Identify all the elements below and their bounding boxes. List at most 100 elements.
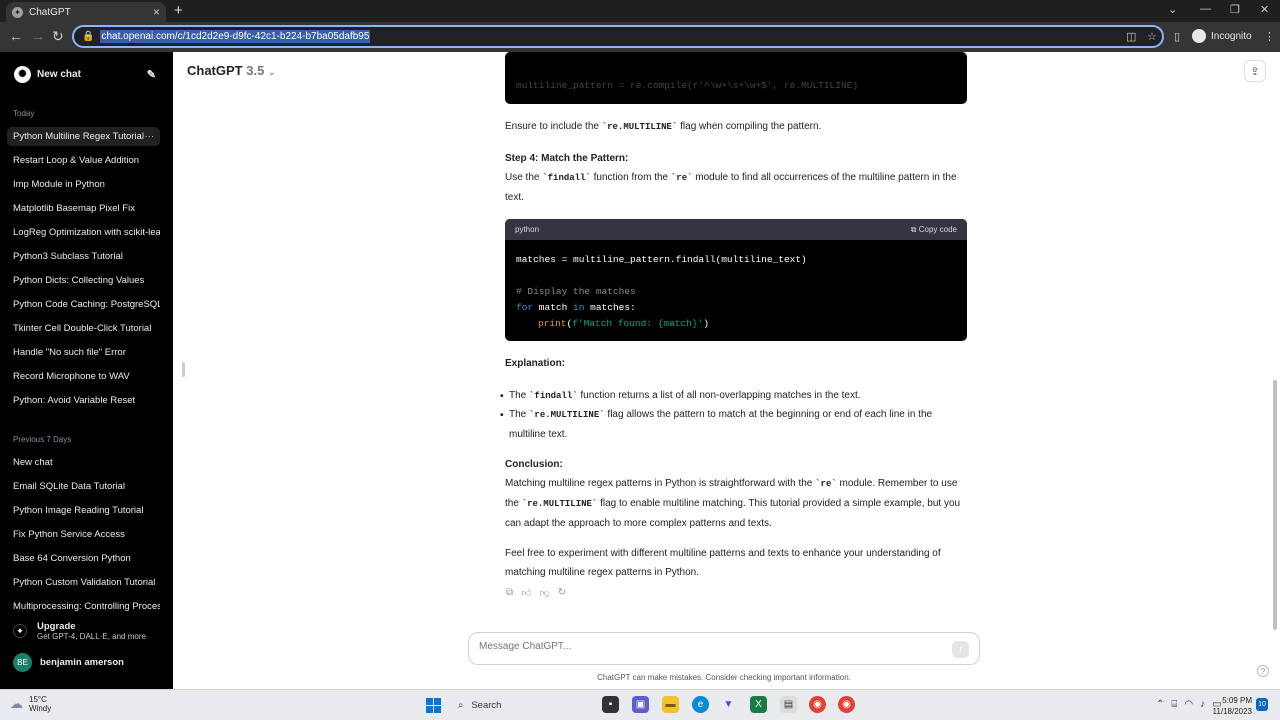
sidebar-item[interactable]: Python Multiline Regex Tutorial ··· <box>7 127 160 146</box>
copy-icon[interactable]: ⧉ <box>506 587 513 599</box>
browser-tab[interactable]: ✦ ChatGPT × <box>6 2 166 22</box>
side-panel-icon[interactable]: ▯ <box>1174 30 1180 43</box>
sidebar-item[interactable]: Multiprocessing: Controlling Processes <box>7 597 160 616</box>
more-options-icon[interactable]: ··· <box>145 127 155 146</box>
sidebar-item[interactable]: Python Code Caching: PostgreSQL <box>7 295 160 314</box>
share-button[interactable]: ⇪ <box>1244 60 1266 82</box>
teams-icon[interactable]: ▣ <box>632 696 649 713</box>
menu-kebab-icon[interactable]: ⋮ <box>1264 30 1275 43</box>
search-icon: ⌕ <box>458 700 464 711</box>
upgrade-subtitle: Get GPT-4, DALL·E, and more <box>37 632 146 641</box>
send-button[interactable]: ↑ <box>952 641 969 658</box>
incognito-icon <box>1192 29 1206 43</box>
edit-icon[interactable]: ✎ <box>147 68 156 81</box>
tab-search-icon[interactable]: ⌄ <box>1168 3 1177 16</box>
inline-code: `re.MULTILINE` <box>601 122 678 132</box>
back-icon[interactable]: ← <box>9 28 23 44</box>
maximize-icon[interactable]: ❐ <box>1230 3 1240 16</box>
sidebar-item[interactable]: Python Image Reading Tutorial <box>7 501 160 520</box>
vpn-icon[interactable]: ▼ <box>720 696 737 713</box>
excel-icon[interactable]: X <box>750 696 767 713</box>
code-line: multiline_pattern = re.compile(r'^\w+\s+… <box>516 80 859 91</box>
inline-code: `re` <box>670 173 693 183</box>
share-icon: ⇪ <box>1250 65 1260 78</box>
incognito-indicator[interactable]: Incognito <box>1192 29 1252 43</box>
bullet-dot: • <box>500 410 504 421</box>
close-tab-icon[interactable]: × <box>153 5 160 19</box>
task-view-icon[interactable]: ▪ <box>602 696 619 713</box>
upgrade-button[interactable]: ✦ Upgrade Get GPT-4, DALL·E, and more <box>13 621 146 641</box>
taskbar-search-label: Search <box>471 700 502 711</box>
bookmark-star-icon[interactable]: ☆ <box>1147 30 1157 43</box>
chrome-incognito-icon[interactable]: ◉ <box>838 696 855 713</box>
sidebar-item[interactable]: Python Dicts: Collecting Values <box>7 271 160 290</box>
copy-code-button[interactable]: ⧉ Copy code <box>911 225 957 235</box>
chevron-up-icon[interactable]: ⌃ <box>1156 699 1164 710</box>
sidebar-item[interactable]: Base 64 Conversion Python <box>7 549 160 568</box>
sidebar-item[interactable]: Restart Loop & Value Addition <box>7 151 160 170</box>
minimize-icon[interactable]: — <box>1200 3 1211 15</box>
thumbs-down-icon[interactable]: 👎︎ <box>540 587 550 599</box>
code-language: python <box>515 225 540 234</box>
inline-code: `re` <box>815 479 837 489</box>
sidebar-item[interactable]: Email SQLite Data Tutorial <box>7 477 160 496</box>
edge-icon[interactable]: e <box>692 696 709 713</box>
weather-widget[interactable]: ☁ 15°C Windy <box>10 695 51 713</box>
bullet-item: The `re.MULTILINE` flag allows the patte… <box>509 409 933 440</box>
regenerate-icon[interactable]: ↻ <box>558 587 566 599</box>
sidebar-item[interactable]: Python Custom Validation Tutorial <box>7 573 160 592</box>
message-composer: ↑ <box>468 632 980 665</box>
reload-icon[interactable]: ↻ <box>52 28 64 45</box>
notification-badge[interactable]: 10 <box>1256 698 1268 711</box>
inline-code: `findall` <box>542 173 591 183</box>
disclaimer: ChatGPT can make mistakes. Consider chec… <box>597 673 851 682</box>
wifi-icon[interactable]: ◠ <box>1184 699 1193 710</box>
sparkle-icon: ✦ <box>13 624 27 638</box>
conclusion-heading: Conclusion: <box>505 459 563 470</box>
volume-icon[interactable]: ♪ <box>1200 699 1205 710</box>
weather-temp: 15°C <box>29 695 47 704</box>
address-bar[interactable]: 🔒 chat.openai.com/c/1cd2d2e9-d9fc-42c1-b… <box>72 25 1164 48</box>
sidebar-item[interactable]: Handle "No such file" Error <box>7 343 160 362</box>
inline-code: `findall` <box>529 391 578 401</box>
paragraph-closing: Feel free to experiment with different m… <box>505 548 941 578</box>
sidebar-item[interactable]: Tkinter Cell Double-Click Tutorial <box>7 319 160 338</box>
taskbar-search[interactable]: ⌕ Search <box>452 696 590 715</box>
forward-icon[interactable]: → <box>31 28 45 44</box>
sidebar-collapse-handle[interactable] <box>182 362 185 377</box>
new-chat-button[interactable]: ✺ New chat ✎ <box>14 66 156 83</box>
eye-off-icon[interactable]: ◫ <box>1126 30 1136 43</box>
file-explorer-icon[interactable]: ▬ <box>662 696 679 713</box>
sidebar-item[interactable]: New chat <box>7 453 160 472</box>
section-today: Today <box>13 109 35 118</box>
window-close-icon[interactable]: ✕ <box>1260 3 1269 16</box>
app-icon[interactable]: ▤ <box>780 696 797 713</box>
sidebar-item[interactable]: Python: Avoid Variable Reset <box>7 391 160 410</box>
inline-code: `re.MULTILINE` <box>529 410 605 420</box>
sidebar-item[interactable]: Fix Python Service Access <box>7 525 160 544</box>
windows-start-icon[interactable] <box>426 698 441 713</box>
sidebar-item[interactable]: Imp Module in Python <box>7 175 160 194</box>
model-selector[interactable]: ChatGPT 3.5 ⌄ <box>187 63 276 78</box>
sidebar-item[interactable]: Record Microphone to WAV <box>7 367 160 386</box>
wind-icon: ☁ <box>10 696 23 711</box>
message-actions: ⧉ 👍︎ 👎︎ ↻ <box>506 587 566 599</box>
sidebar-item[interactable]: Matplotlib Basemap Pixel Fix <box>7 199 160 218</box>
sidebar-item[interactable]: LogReg Optimization with scikit-learn <box>7 223 160 242</box>
thumbs-up-icon[interactable]: 👍︎ <box>521 587 531 599</box>
help-button[interactable]: ? <box>1257 665 1269 677</box>
scrollbar[interactable] <box>1273 380 1277 630</box>
code-line: matches = multiline_pattern.findall(mult… <box>516 254 807 265</box>
question-icon: ? <box>1260 666 1266 676</box>
url-text[interactable]: chat.openai.com/c/1cd2d2e9-d9fc-42c1-b22… <box>100 30 371 43</box>
new-tab-icon[interactable]: + <box>174 2 183 19</box>
chatgpt-favicon-icon: ✦ <box>12 6 23 18</box>
code-comment: # Display the matches <box>516 286 636 297</box>
upgrade-title: Upgrade <box>37 621 76 632</box>
clock[interactable]: 5:09 PM 11/18/2023 <box>1212 695 1252 717</box>
message-input[interactable] <box>479 641 939 652</box>
chrome-icon[interactable]: ◉ <box>809 696 826 713</box>
user-menu[interactable]: BE benjamin amerson <box>13 653 124 672</box>
sidebar-item[interactable]: Python3 Subclass Tutorial <box>7 247 160 266</box>
network-icon[interactable]: ⌸ <box>1171 699 1177 710</box>
